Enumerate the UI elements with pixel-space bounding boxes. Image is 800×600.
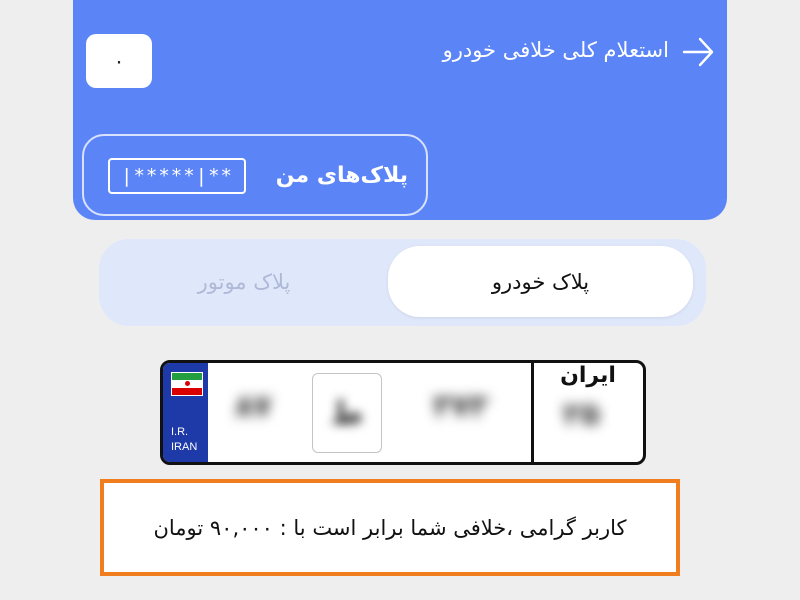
plate-country-text: I.R. IRAN — [171, 425, 197, 455]
my-plates-plate-icon: |*****|** — [108, 158, 246, 194]
arrow-right-icon — [682, 37, 714, 67]
iran-flag-icon — [171, 372, 203, 396]
plate-type-switch: پلاک خودرو پلاک موتور — [99, 239, 706, 326]
fine-result-box: کاربر گرامی ،خلافی شما برابر است با : ۹۰… — [100, 479, 680, 576]
page-title: استعلام کلی خلافی خودرو — [442, 38, 669, 62]
plate-country-code: I.R. — [171, 426, 189, 438]
plate-region-label: ایران — [560, 362, 616, 388]
plate-three-digits: ۳۷۳ — [433, 389, 488, 424]
plate-divider — [531, 363, 534, 462]
plate-letter-box: ط — [312, 373, 382, 453]
plate-region-code: ۲۵ — [563, 397, 600, 432]
plate-country-strip: I.R. IRAN — [163, 363, 208, 462]
back-button[interactable] — [669, 22, 727, 82]
count-badge[interactable]: ۰ — [86, 34, 152, 88]
plate-country-name: IRAN — [171, 441, 198, 453]
plate-letter: ط — [330, 394, 364, 432]
fine-result-text: کاربر گرامی ،خلافی شما برابر است با : ۹۰… — [153, 515, 627, 540]
my-plates-label: پلاک‌های من — [275, 162, 408, 188]
plate-two-digits: ۸۷ — [235, 389, 272, 424]
my-plates-button[interactable]: پلاک‌های من |*****|** — [82, 134, 428, 216]
app-header: استعلام کلی خلافی خودرو ۰ پلاک‌های من |*… — [73, 0, 727, 220]
tab-motorcycle-plate[interactable]: پلاک موتور — [109, 246, 379, 317]
tab-car-plate[interactable]: پلاک خودرو — [388, 246, 693, 317]
license-plate: I.R. IRAN ۸۷ ط ۳۷۳ ایران ۲۵ — [160, 360, 646, 465]
